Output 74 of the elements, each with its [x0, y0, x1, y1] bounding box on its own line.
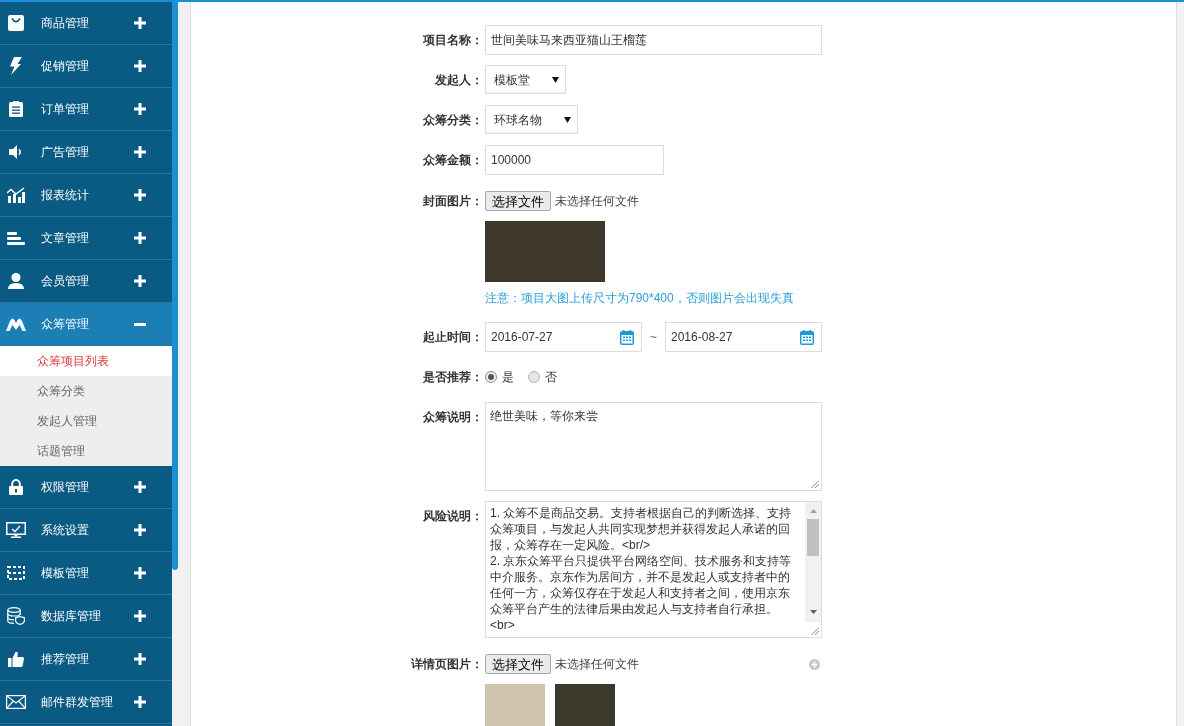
- field-label: 众筹金额：: [422, 152, 483, 169]
- plus-icon: [134, 481, 146, 493]
- choose-file-button[interactable]: 选择文件: [485, 191, 551, 211]
- scroll-down-arrow-icon[interactable]: [809, 610, 817, 614]
- envelope-icon: [6, 695, 26, 709]
- scrollbar-thumb[interactable]: [807, 519, 819, 556]
- caret-down-icon: [564, 116, 571, 123]
- select-dropdown[interactable]: 环球名物: [485, 105, 578, 134]
- hint-text: 注意：项目大图上传尺寸为790*400，否则图片会出现失真: [485, 290, 795, 306]
- monitor-icon: [6, 522, 26, 538]
- submenu-item[interactable]: 发起人管理: [0, 406, 172, 436]
- sidebar-menu-item[interactable]: 众筹管理: [0, 303, 172, 346]
- date-input[interactable]: 2016-07-27: [485, 322, 642, 352]
- submenu-item[interactable]: 话题管理: [0, 436, 172, 466]
- lock-icon: [9, 479, 23, 495]
- thumbs-up-icon: [8, 651, 24, 667]
- shopping-bag-icon: [8, 15, 24, 31]
- field-label: 发起人：: [434, 72, 483, 89]
- plus-icon: [134, 610, 146, 622]
- field-label: 众筹说明：: [422, 409, 483, 426]
- photo-placeholder: [555, 684, 615, 726]
- field-label: 风险说明：: [422, 508, 483, 525]
- resize-grip-icon[interactable]: [811, 627, 819, 635]
- plus-icon: [134, 275, 146, 287]
- choose-file-button[interactable]: 选择文件: [485, 654, 551, 674]
- user-icon: [8, 273, 24, 289]
- scroll-up-arrow-icon[interactable]: [809, 509, 817, 513]
- field-label: 详情页图片：: [410, 656, 483, 673]
- text-input[interactable]: 世间美味马来西亚猫山王榴莲: [485, 25, 822, 55]
- range-separator: ~: [650, 329, 657, 346]
- plus-icon: [134, 567, 146, 579]
- text-area[interactable]: 1. 众筹不是商品交易。支持者根据自己的判断选择、支持众筹项目，与发起人共同实现梦想并获得发起人承诺的回报，众筹存在一定风险。<br/> 2. 京东众筹平台只提供平台网络空间、技术服务和支持等中介服务。京东作为居间方，并不是发起人或支持者中的任何一方，众筹仅存在于发起人和支持者之间，使用京东众筹平台产生的法律后果由发起人与支持者自行承担。 <br>: [485, 501, 822, 638]
- file-status-text: 未选择任何文件: [555, 656, 639, 673]
- clipboard-icon: [9, 101, 23, 117]
- plus-icon: [134, 103, 146, 115]
- submenu-item[interactable]: 众筹项目列表: [0, 346, 172, 376]
- peaks-icon: [6, 317, 26, 331]
- plus-icon: [134, 696, 146, 708]
- radio-button[interactable]: [485, 371, 497, 383]
- calendar-icon[interactable]: [620, 329, 634, 345]
- plus-icon: [134, 524, 146, 536]
- radio-label: 是: [502, 369, 514, 386]
- plus-icon: [134, 146, 146, 158]
- plus-icon: [134, 232, 146, 244]
- resize-grip-icon[interactable]: [811, 480, 819, 488]
- plus-icon: [134, 17, 146, 29]
- bar-chart-icon: [7, 187, 25, 203]
- field-label: 封面图片：: [422, 193, 483, 210]
- plus-icon: [134, 60, 146, 72]
- text-area[interactable]: 绝世美味，等你来尝: [485, 402, 822, 491]
- radio-button[interactable]: [528, 371, 540, 383]
- field-label: 项目名称：: [422, 32, 483, 49]
- database-icon: [7, 607, 25, 625]
- text-input[interactable]: 100000: [485, 145, 664, 175]
- caret-down-icon: [552, 76, 559, 83]
- speaker-icon: [9, 145, 23, 159]
- plus-circle-icon[interactable]: [809, 658, 820, 670]
- plus-icon: [134, 189, 146, 201]
- lightning-icon: [10, 57, 22, 75]
- photo-placeholder: [485, 684, 545, 726]
- minus-icon: [134, 322, 146, 326]
- scrollbar-thumb[interactable]: [172, 2, 178, 570]
- calendar-icon[interactable]: [800, 329, 814, 345]
- field-label: 众筹分类：: [422, 112, 483, 129]
- date-input[interactable]: 2016-08-27: [665, 322, 822, 352]
- submenu-item[interactable]: 众筹分类: [0, 376, 172, 406]
- radio-label: 否: [545, 369, 557, 386]
- select-dropdown[interactable]: 模板堂: [485, 65, 566, 94]
- file-status-text: 未选择任何文件: [555, 193, 639, 210]
- field-label: 是否推荐：: [422, 369, 483, 386]
- field-label: 起止时间：: [422, 329, 483, 346]
- text-lines-icon: [7, 231, 25, 245]
- plus-icon: [134, 653, 146, 665]
- dashed-grid-icon: [7, 566, 25, 580]
